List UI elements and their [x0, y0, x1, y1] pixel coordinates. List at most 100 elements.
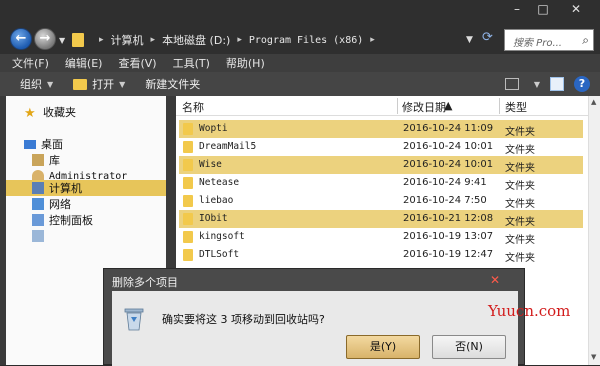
breadcrumb-separator-icon[interactable]: ▸	[370, 35, 375, 45]
file-date: 2016-10-24 11:09	[403, 123, 494, 134]
nav-control-panel[interactable]: 控制面板	[32, 212, 93, 228]
breadcrumb-drive[interactable]: 本地磁盘 (D:)	[162, 32, 230, 48]
open-button[interactable]: 打开 ▼	[73, 76, 125, 92]
file-name: DTLSoft	[199, 249, 240, 260]
command-bar: 组织 ▼ 打开 ▼ 新建文件夹 ▼ ?	[0, 72, 600, 96]
file-name: Wise	[199, 159, 222, 170]
column-divider[interactable]	[397, 98, 398, 114]
menu-file[interactable]: 文件(F)	[12, 55, 49, 71]
view-options-icon[interactable]	[504, 78, 519, 90]
file-date: 2016-10-24 7:50	[403, 195, 487, 206]
file-row[interactable]: Wopti 2016-10-24 11:09 文件夹	[179, 120, 583, 138]
folder-icon	[183, 231, 193, 243]
scroll-up-icon[interactable]: ▲	[591, 98, 596, 106]
menu-view[interactable]: 查看(V)	[118, 55, 156, 71]
nav-favorites-label: 收藏夹	[43, 106, 76, 119]
delete-dialog: 删除多个项目 ✕ 确实要将这 3 项移动到回收站吗? 是(Y) 否(N)	[103, 268, 525, 366]
yes-button[interactable]: 是(Y)	[346, 335, 420, 359]
desktop-icon	[24, 139, 36, 149]
scroll-down-icon[interactable]: ▼	[591, 353, 596, 361]
address-row: ← → ▼ ▸ 计算机 ▸ 本地磁盘 (D:) ▸ Program Files …	[0, 22, 600, 54]
search-input[interactable]: 搜索 Pro... ⌕	[504, 29, 594, 51]
nav-desktop[interactable]: 桌面	[24, 136, 63, 152]
recycle-bin-icon	[32, 230, 44, 242]
nav-desktop-label: 桌面	[41, 138, 63, 151]
breadcrumb[interactable]: ▸ 计算机 ▸ 本地磁盘 (D:) ▸ Program Files (x86) …	[72, 29, 382, 51]
computer-icon	[32, 182, 44, 194]
network-icon	[32, 198, 44, 210]
back-arrow-icon: ←	[15, 31, 27, 46]
folder-icon	[183, 141, 193, 153]
folder-icon	[183, 213, 193, 225]
open-label: 打开	[92, 78, 115, 91]
breadcrumb-separator-icon[interactable]: ▸	[99, 35, 104, 45]
no-button[interactable]: 否(N)	[432, 335, 506, 359]
dialog-close-button[interactable]: ✕	[490, 273, 500, 287]
vertical-scrollbar[interactable]: ▲ ▼	[588, 96, 600, 365]
file-type: 文件夹	[505, 181, 535, 192]
file-type: 文件夹	[505, 127, 535, 138]
column-name[interactable]: 名称	[182, 99, 204, 115]
forward-arrow-icon: →	[39, 31, 51, 46]
forward-button[interactable]: →	[34, 28, 56, 50]
preview-pane-icon[interactable]	[550, 77, 564, 91]
nav-control-panel-label: 控制面板	[49, 214, 93, 227]
nav-library[interactable]: 库	[32, 152, 60, 168]
folder-icon	[183, 195, 193, 207]
column-modified[interactable]: 修改日期	[402, 99, 446, 115]
maximize-button[interactable]: □	[530, 1, 556, 17]
file-row[interactable]: kingsoft 2016-10-19 13:07 文件夹	[179, 228, 583, 246]
nav-recycle[interactable]	[32, 228, 49, 244]
column-type[interactable]: 类型	[505, 99, 527, 115]
toolbar-right: ▼ ?	[504, 76, 590, 92]
dialog-title: 删除多个项目	[112, 276, 178, 289]
refresh-icon[interactable]: ⟳	[482, 30, 498, 46]
organize-label: 组织	[20, 78, 42, 91]
breadcrumb-computer[interactable]: 计算机	[111, 32, 144, 48]
organize-button[interactable]: 组织 ▼	[20, 76, 53, 92]
nav-computer[interactable]: 计算机	[6, 180, 166, 196]
file-type: 文件夹	[505, 253, 535, 264]
file-date: 2016-10-24 10:01	[403, 141, 494, 152]
folder-icon	[183, 249, 193, 261]
file-name: liebao	[199, 195, 234, 206]
nav-favorites[interactable]: ★ 收藏夹	[24, 104, 76, 121]
nav-network[interactable]: 网络	[32, 196, 71, 212]
control-panel-icon	[32, 214, 44, 226]
watermark-text: Yuucn.com	[488, 302, 571, 320]
file-date: 2016-10-24 9:41	[403, 177, 487, 188]
breadcrumb-program-files[interactable]: Program Files (x86)	[249, 35, 363, 46]
menu-tools[interactable]: 工具(T)	[173, 55, 210, 71]
file-row[interactable]: IObit 2016-10-21 12:08 文件夹	[179, 210, 583, 228]
breadcrumb-separator-icon[interactable]: ▸	[237, 35, 242, 45]
file-row[interactable]: liebao 2016-10-24 7:50 文件夹	[179, 192, 583, 210]
new-folder-button[interactable]: 新建文件夹	[145, 76, 200, 92]
history-dropdown-icon[interactable]: ▼	[59, 36, 65, 45]
minimize-button[interactable]: –	[504, 1, 530, 17]
file-name: DreamMail5	[199, 141, 257, 152]
file-row[interactable]: Wise 2016-10-24 10:01 文件夹	[179, 156, 583, 174]
file-row[interactable]: DreamMail5 2016-10-24 10:01 文件夹	[179, 138, 583, 156]
menu-edit[interactable]: 编辑(E)	[65, 55, 103, 71]
help-icon[interactable]: ?	[574, 76, 590, 92]
close-button[interactable]: ✕	[556, 1, 596, 17]
breadcrumb-separator-icon[interactable]: ▸	[151, 35, 156, 45]
file-name: kingsoft	[199, 231, 245, 242]
chevron-down-icon[interactable]: ▼	[534, 80, 540, 89]
file-date: 2016-10-19 13:07	[403, 231, 494, 242]
open-folder-icon	[73, 78, 88, 90]
file-row[interactable]: DTLSoft 2016-10-19 12:47 文件夹	[179, 246, 583, 264]
back-button[interactable]: ←	[10, 28, 32, 50]
file-row[interactable]: Netease 2016-10-24 9:41 文件夹	[179, 174, 583, 192]
search-placeholder: 搜索 Pro...	[513, 38, 562, 49]
nav-library-label: 库	[49, 154, 60, 167]
address-dropdown-icon[interactable]: ▼	[466, 35, 473, 45]
file-type: 文件夹	[505, 163, 535, 174]
file-date: 2016-10-24 10:01	[403, 159, 494, 170]
column-divider[interactable]	[499, 98, 500, 114]
menu-help[interactable]: 帮助(H)	[226, 55, 265, 71]
file-date: 2016-10-21 12:08	[403, 213, 494, 224]
search-icon[interactable]: ⌕	[582, 33, 589, 48]
file-name: Wopti	[199, 123, 228, 134]
file-type: 文件夹	[505, 199, 535, 210]
